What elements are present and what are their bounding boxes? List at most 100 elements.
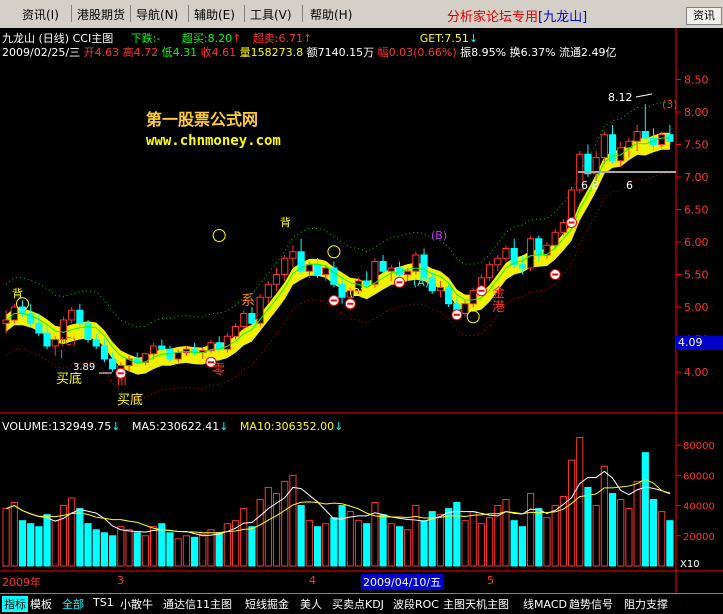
label-gang: 港 [492,300,506,315]
menu-help[interactable]: 帮助(H) [310,6,352,23]
volume-bar [371,502,379,567]
volume-bar [199,533,207,567]
volume-bar [395,526,404,567]
tab-short-dig[interactable]: 短线掘金 [245,596,289,612]
tab-macd[interactable]: 线MACD [523,596,567,612]
volume-bar [100,532,109,567]
info-button[interactable]: 资讯 [686,7,722,25]
low-price-label: 3.89 [73,362,96,373]
menu-assist[interactable]: 辅助(E) [194,6,235,23]
candle-body [445,287,453,305]
volume-bar [363,523,371,567]
tab-indicator[interactable]: 指标 [2,596,28,612]
candle-body [313,264,322,275]
candle-body [68,309,76,321]
price-tick-label: 7.50 [684,139,709,152]
tab-all[interactable]: 全部 [62,596,84,612]
volume-bar [486,517,494,567]
tab-tianji-main[interactable]: 主图天机主图 [443,596,509,612]
volume-bar [477,523,486,567]
price-tick-label: 8.50 [684,74,709,87]
date-axis-march: 3 [117,574,124,587]
volume-bar [412,505,420,567]
volume-bar [608,492,617,567]
turnover-value: 6.37% [520,46,556,59]
wave-label-a: (A) [413,276,430,289]
candle-body [526,238,535,269]
peak-price-label: 8.12 [608,91,633,104]
volume-bar [551,505,559,567]
volume-bar [256,499,264,567]
candle-body [35,322,43,334]
watermark-url: www.chnmoney.com [146,133,281,149]
candle-body [231,326,240,337]
candle-body [469,290,477,305]
candle-body [240,313,248,327]
tab-tdx-main[interactable]: 通达信11主图 [163,596,232,612]
volume-bar [617,499,625,567]
volume-bar [109,535,117,567]
candle-body [404,270,412,275]
candle-body [502,248,510,259]
tab-bull[interactable]: 小散牛 [120,596,153,612]
stock-chart[interactable]: 8.508.007.507.006.506.005.505.004.504.00… [0,28,723,593]
candle-body [486,264,494,279]
label-bei-1: 背 [280,216,291,229]
candle-body [84,322,92,340]
tab-beauty[interactable]: 美人 [300,596,322,612]
wave-label-c: (C) [60,335,77,348]
menu-info[interactable]: 资讯(I) [22,6,59,23]
volume-bar [461,520,469,567]
tab-trend-signal[interactable]: 趋势信号 [569,596,613,612]
menu-tools[interactable]: 工具(V) [250,6,292,23]
candle-body [272,274,281,285]
volume-bar [658,511,666,567]
volume-bar [338,505,346,567]
volume-bar [633,480,641,567]
candle-body [535,238,543,256]
volume-bar [625,508,633,567]
volume-bar [174,538,182,567]
candle-body [322,267,330,275]
wave-label-b: (B) [431,229,448,242]
volume-bar [84,523,92,567]
volume-bar [2,508,10,567]
menu-separator [302,5,303,22]
volume-indicator: VOLUME:132949.75 [2,420,112,433]
volume-value: 158273.8 [250,46,304,59]
volume-bar [18,520,27,567]
candle-body [379,261,387,272]
volume-bar [10,502,18,567]
volume-bar [354,520,363,567]
volume-bar [510,520,518,567]
volume-tick-label: 60000 [683,471,715,482]
candle-body [617,147,625,162]
tab-trade-kdj[interactable]: 买卖点KDJ [332,596,384,612]
menu-hk-futures[interactable]: 港股期货 [77,6,125,23]
candle-body [420,254,428,279]
candle-body [338,283,346,298]
volume-bar [182,535,190,567]
volume-bar [92,529,100,567]
volume-bar [330,517,338,567]
candle-body [658,134,666,145]
mid-price-label-left: 6.8 [581,179,599,192]
price-tick-label: 6.00 [684,236,709,249]
candle-body [559,222,567,233]
tab-support-resist[interactable]: 阻力支撑 [624,596,668,612]
volume-bar [190,536,199,567]
volume-bar [445,508,453,567]
candle-body [387,267,395,272]
volume-bar [289,474,297,567]
tab-ts1[interactable]: TS1 [93,596,114,609]
volume-bar [641,452,649,567]
tab-template[interactable]: 模板 [30,596,52,612]
volume-bar [502,499,510,567]
volume-bar [133,532,141,567]
menu-navigate[interactable]: 导航(N) [136,6,178,23]
tab-wave-roc[interactable]: 波段ROC [393,596,439,612]
volume-scale-label: X10 [680,559,700,570]
volume-bar [150,526,158,567]
volume-bar [584,486,592,567]
candle-body [436,287,445,292]
